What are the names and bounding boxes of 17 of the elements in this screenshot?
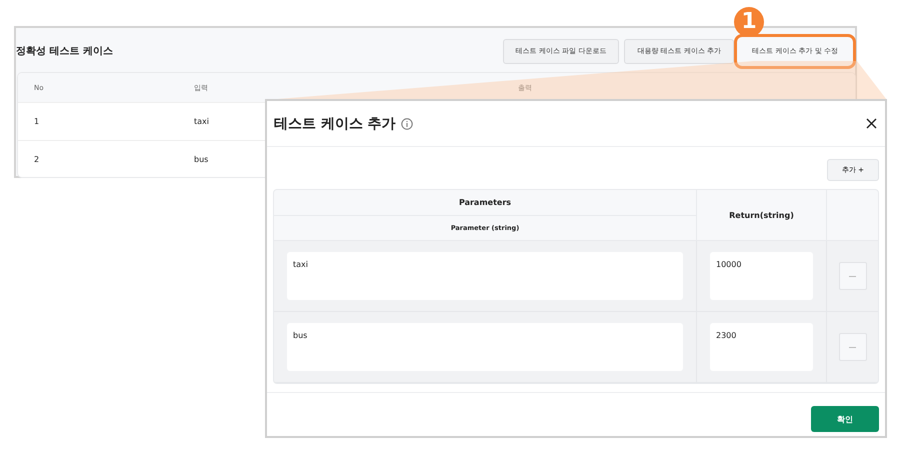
table-cell: taxi (194, 117, 209, 126)
minus-icon (849, 346, 856, 348)
input-field[interactable]: bus (287, 323, 683, 371)
input-field[interactable]: 10000 (710, 252, 813, 300)
input-field[interactable]: taxi (287, 252, 683, 300)
close-icon[interactable] (866, 118, 877, 129)
column-header: Parameters (274, 190, 697, 216)
info-icon[interactable] (400, 118, 413, 130)
table-cell: 2 (34, 155, 40, 164)
table-cell: bus (194, 155, 208, 164)
column-header: Return(string) (697, 190, 827, 241)
confirm-button[interactable]: 확인 (811, 406, 879, 432)
dialog-title: 테스트 케이스 추가 (274, 114, 396, 132)
callout-badge: 1 (734, 7, 764, 37)
table-cell: 1 (34, 117, 40, 126)
panel-title: 정확성 테스트 케이스 (16, 45, 114, 58)
input-field[interactable]: 2300 (710, 323, 813, 371)
